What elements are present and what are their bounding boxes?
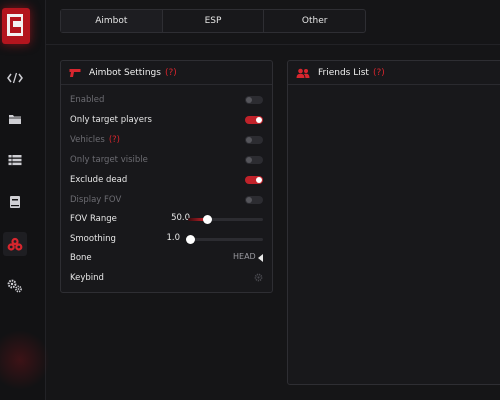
- aimbot-panel-header: Aimbot Settings (?): [61, 61, 272, 85]
- friends-panel-title: Friends List: [318, 67, 369, 78]
- vehicles-help-icon[interactable]: (?): [109, 135, 120, 145]
- setting-only-target-visible: Only target visible: [70, 153, 263, 167]
- friends-panel-header: Friends List (?): [288, 61, 500, 85]
- sidebar-glow: [0, 330, 50, 390]
- users-icon: [296, 68, 310, 78]
- app-logo: [2, 8, 30, 44]
- only-target-visible-toggle[interactable]: [245, 156, 263, 164]
- fov-range-knob[interactable]: [202, 215, 212, 224]
- gears-icon: [7, 279, 22, 293]
- list-icon: [8, 155, 22, 166]
- header-divider: [46, 44, 500, 45]
- setting-fov-range: FOV Range 50.0: [70, 212, 263, 226]
- only-target-visible-label: Only target visible: [70, 155, 148, 165]
- friends-list-panel: Friends List (?): [287, 60, 500, 385]
- sidebar-item-settings[interactable]: [0, 274, 30, 298]
- setting-display-fov: Display FOV: [70, 193, 263, 207]
- aimbot-settings-panel: Aimbot Settings (?) Enabled Only target …: [60, 60, 273, 293]
- setting-only-target-players: Only target players: [70, 113, 263, 127]
- sidebar-item-book[interactable]: [0, 190, 30, 214]
- only-target-players-label: Only target players: [70, 115, 152, 125]
- setting-bone: Bone HEAD: [70, 251, 263, 265]
- tab-other[interactable]: Other: [264, 10, 365, 32]
- friends-help-icon[interactable]: (?): [373, 68, 385, 78]
- smoothing-knob[interactable]: [186, 235, 195, 244]
- code-icon: [7, 72, 23, 84]
- setting-vehicles: Vehicles (?): [70, 133, 263, 147]
- biohazard-icon: [7, 237, 23, 251]
- bone-value[interactable]: HEAD: [233, 252, 257, 261]
- aimbot-help-icon[interactable]: (?): [165, 68, 177, 78]
- enabled-toggle[interactable]: [245, 96, 263, 104]
- setting-enabled: Enabled: [70, 93, 263, 107]
- fov-range-slider[interactable]: [188, 215, 263, 224]
- sidebar-item-code[interactable]: [0, 66, 30, 90]
- fov-range-label: FOV Range: [70, 214, 117, 224]
- keybind-gear-icon[interactable]: [254, 273, 263, 285]
- fov-range-value: 50.0: [171, 213, 190, 223]
- vehicles-toggle[interactable]: [245, 136, 263, 144]
- aimbot-panel-title: Aimbot Settings: [89, 67, 161, 78]
- setting-exclude-dead: Exclude dead: [70, 173, 263, 187]
- exclude-dead-toggle[interactable]: [245, 176, 263, 184]
- setting-keybind: Keybind: [70, 271, 263, 285]
- book-icon: [10, 196, 20, 208]
- display-fov-toggle[interactable]: [245, 196, 263, 204]
- keybind-label: Keybind: [70, 273, 104, 283]
- exclude-dead-label: Exclude dead: [70, 175, 128, 185]
- smoothing-slider[interactable]: [186, 235, 263, 244]
- smoothing-label: Smoothing: [70, 234, 116, 244]
- vehicles-label: Vehicles: [70, 135, 105, 145]
- gun-icon: [69, 68, 81, 78]
- tab-esp[interactable]: ESP: [163, 10, 265, 32]
- sidebar-item-list[interactable]: [0, 148, 30, 172]
- bone-arrow-icon[interactable]: [258, 254, 263, 262]
- smoothing-value: 1.0: [166, 233, 180, 243]
- tab-aimbot[interactable]: Aimbot: [61, 10, 163, 32]
- sidebar-item-biohazard[interactable]: [3, 232, 27, 256]
- only-target-players-toggle[interactable]: [245, 116, 263, 124]
- display-fov-label: Display FOV: [70, 195, 122, 205]
- bone-label: Bone: [70, 253, 92, 263]
- enabled-label: Enabled: [70, 95, 105, 105]
- sidebar: [0, 0, 50, 400]
- sidebar-item-folder[interactable]: [0, 107, 30, 131]
- tab-bar: Aimbot ESP Other: [60, 9, 366, 33]
- folder-icon: [9, 115, 21, 124]
- setting-smoothing: Smoothing 1.0: [70, 232, 263, 246]
